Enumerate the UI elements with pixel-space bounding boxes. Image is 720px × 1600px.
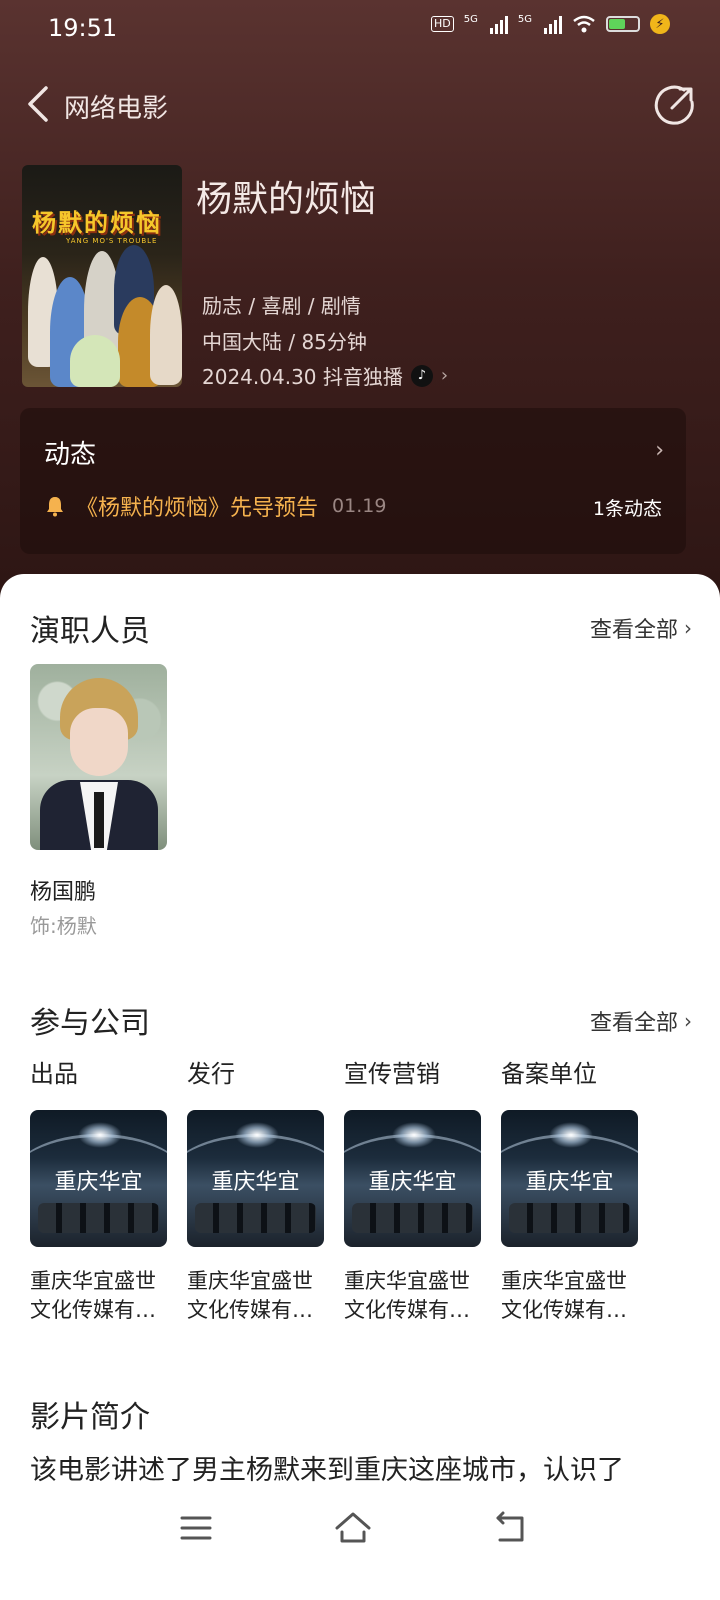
movie-poster[interactable]: 杨默的烦恼 YANG MO'S TROUBLE	[22, 165, 182, 387]
dynamics-item-date: 01.19	[332, 495, 387, 517]
intro-text[interactable]: 该电影讲述了男主杨默来到重庆这座城市，认识了	[30, 1448, 624, 1487]
company-type: 备案单位	[501, 1060, 597, 1088]
see-all-label: 查看全部	[589, 1011, 678, 1036]
chevron-right-icon: ›	[440, 365, 449, 386]
movie-region-duration: 中国大陆 / 85分钟	[202, 330, 367, 354]
menu-icon[interactable]	[176, 1508, 216, 1548]
company-logo: 重庆华宜	[501, 1110, 638, 1247]
status-time: 19:51	[48, 14, 118, 42]
wifi-icon	[573, 15, 595, 33]
nav-title: 网络电影	[64, 94, 169, 124]
release-text: 2024.04.30 抖音独播	[202, 365, 403, 389]
net2-label: 5G	[517, 14, 532, 25]
company-card[interactable]: 备案单位 重庆华宜 重庆华宜盛世文化传媒有…	[501, 1054, 651, 1325]
company-card[interactable]: 宣传营销 重庆华宜 重庆华宜盛世文化传媒有…	[344, 1054, 494, 1325]
cast-see-all-button[interactable]: 查看全部 ›	[590, 612, 692, 644]
back-icon[interactable]	[490, 1508, 530, 1548]
dynamics-item-text: 《杨默的烦恼》先导预告	[76, 496, 319, 521]
see-all-label: 查看全部	[589, 618, 678, 643]
poster-subtitle: YANG MO'S TROUBLE	[66, 237, 158, 245]
bell-icon	[47, 497, 63, 517]
hd-icon: HD	[431, 16, 454, 32]
cast-name[interactable]: 杨国鹏	[30, 874, 96, 906]
company-section-title: 参与公司	[30, 1006, 150, 1041]
home-icon[interactable]	[333, 1508, 373, 1548]
cast-photo[interactable]	[30, 664, 167, 850]
dynamics-title: 动态	[44, 440, 97, 470]
battery-icon	[606, 16, 640, 32]
signal-icon-2	[544, 14, 562, 34]
company-card[interactable]: 出品 重庆华宜 重庆华宜盛世文化传媒有…	[30, 1054, 180, 1325]
cast-section-title: 演职人员	[30, 614, 150, 649]
signal-icon	[489, 14, 508, 34]
movie-release[interactable]: 2024.04.30 抖音独播 ♪ ›	[202, 361, 448, 390]
movie-genres: 励志 / 喜剧 / 剧情	[202, 294, 361, 318]
company-type: 出品	[30, 1060, 78, 1088]
company-see-all-button[interactable]: 查看全部 ›	[590, 1005, 692, 1037]
intro-section-title: 影片简介	[30, 1400, 150, 1435]
back-arrow-icon[interactable]	[24, 84, 54, 124]
company-type: 发行	[187, 1060, 235, 1088]
status-icons: HD 5G 5G ⚡	[431, 14, 670, 34]
content-sheet: 演职人员 查看全部 › 杨国鹏 饰:杨默 参与公司 查看全部 › 出品 重庆华宜…	[0, 574, 720, 1600]
dynamics-count[interactable]: 1条动态	[593, 494, 662, 521]
company-name: 重庆华宜盛世文化传媒有…	[187, 1269, 313, 1322]
company-name: 重庆华宜盛世文化传媒有…	[501, 1269, 627, 1322]
company-card[interactable]: 发行 重庆华宜 重庆华宜盛世文化传媒有…	[187, 1054, 337, 1325]
system-nav-bar	[0, 1490, 720, 1570]
chevron-right-icon: ›	[684, 616, 692, 640]
share-icon[interactable]	[654, 84, 696, 126]
movie-title: 杨默的烦恼	[196, 179, 377, 220]
company-logo: 重庆华宜	[30, 1110, 167, 1247]
dynamics-card[interactable]: 动态 › 《杨默的烦恼》先导预告 01.19 1条动态	[20, 408, 686, 554]
chevron-right-icon: ›	[684, 1009, 692, 1033]
company-type: 宣传营销	[344, 1060, 440, 1088]
chevron-right-icon: ›	[655, 438, 664, 463]
poster-figure	[150, 285, 182, 385]
douyin-icon: ♪	[410, 364, 433, 387]
company-name: 重庆华宜盛世文化传媒有…	[344, 1269, 470, 1322]
cast-role: 饰:杨默	[30, 914, 97, 938]
company-name: 重庆华宜盛世文化传媒有…	[30, 1269, 156, 1322]
dynamics-item[interactable]: 《杨默的烦恼》先导预告 01.19	[44, 490, 386, 522]
poster-figure	[70, 335, 120, 387]
net1-label: 5G	[463, 14, 478, 25]
charging-icon: ⚡	[650, 14, 670, 34]
company-logo: 重庆华宜	[187, 1110, 324, 1247]
poster-title: 杨默的烦恼	[32, 209, 162, 237]
company-logo: 重庆华宜	[344, 1110, 481, 1247]
